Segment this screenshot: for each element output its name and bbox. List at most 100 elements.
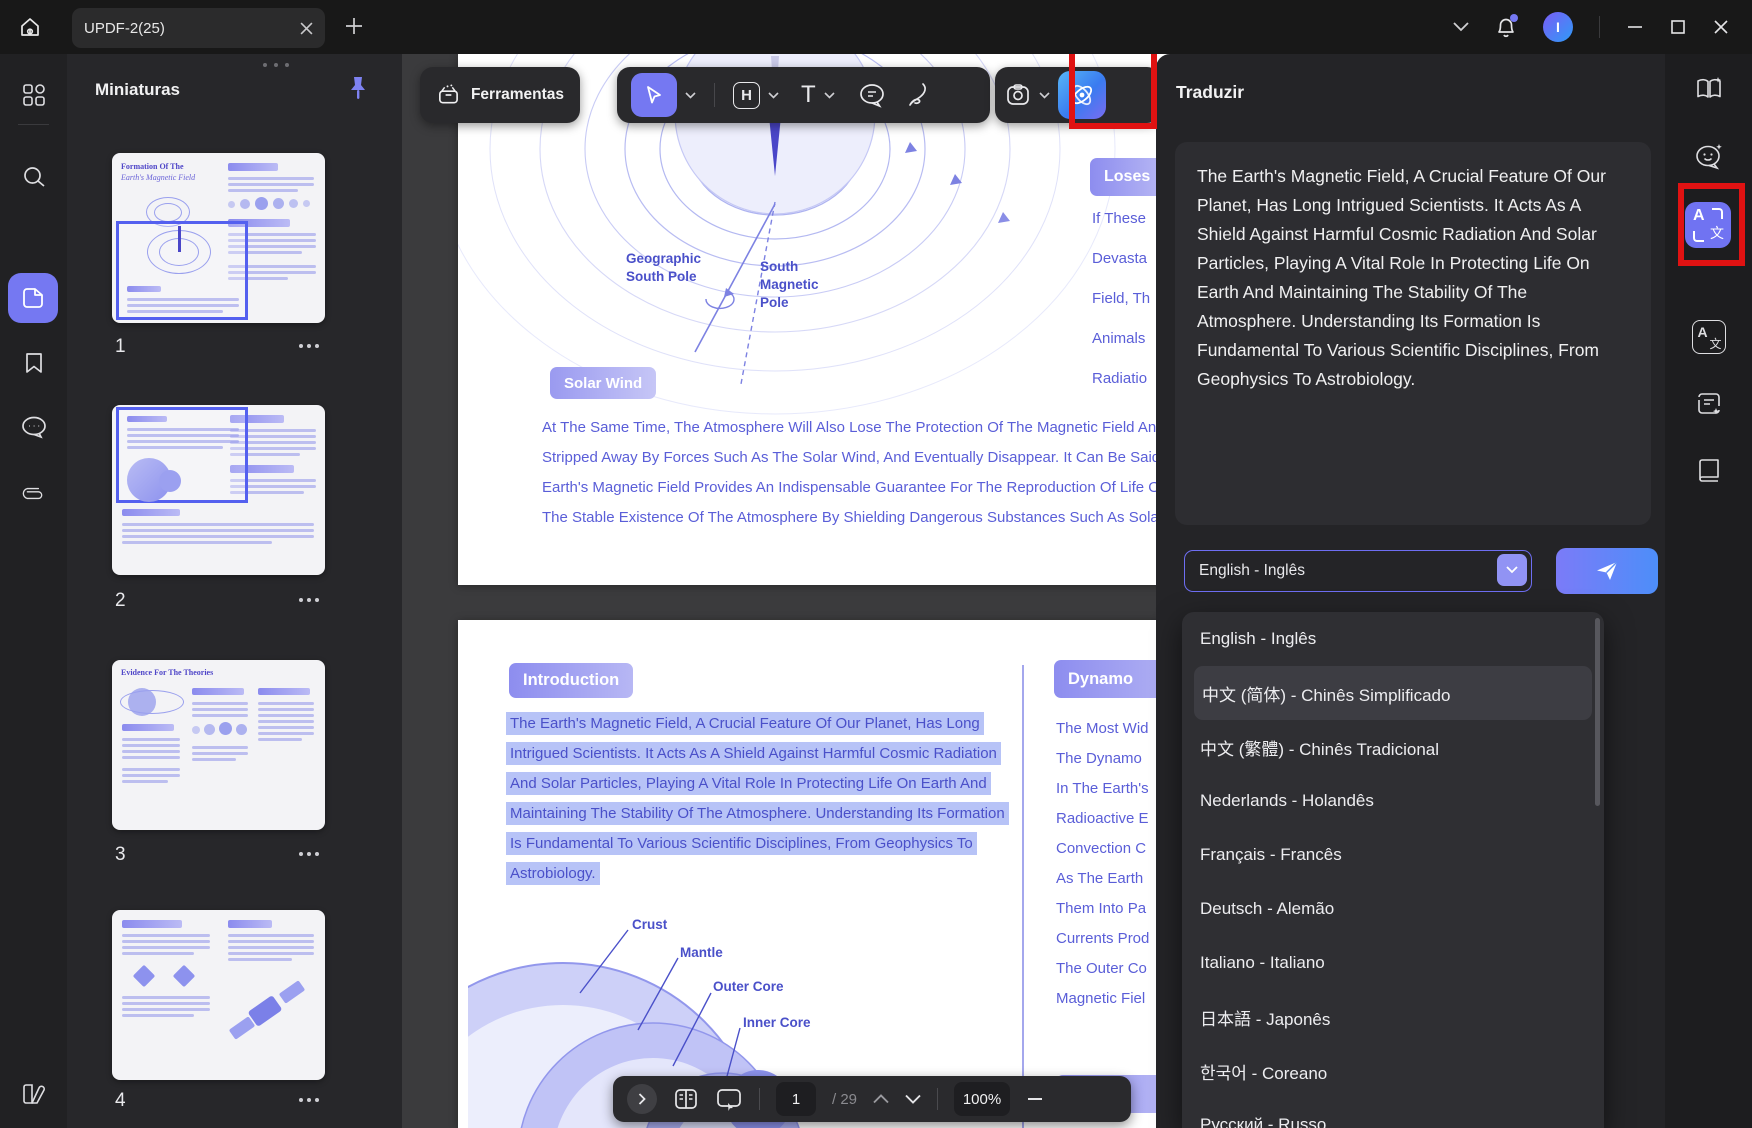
page-number-value: 1 <box>791 1090 801 1108</box>
selected-text-line[interactable]: Intrigued Scientists. It Acts As A Shiel… <box>506 742 1001 765</box>
page-thumbnail-3[interactable]: Evidence For The Theories <box>112 660 325 830</box>
edit-toolbar: H T <box>617 67 990 123</box>
language-option[interactable]: Русский - Russo <box>1182 1098 1604 1128</box>
thumbnails-tab-active[interactable] <box>8 273 58 323</box>
page-viewport-indicator[interactable] <box>116 407 248 503</box>
notifications-button[interactable] <box>1495 14 1518 39</box>
pin-button[interactable] <box>345 74 371 104</box>
chevron-down-icon[interactable] <box>1453 22 1469 32</box>
dynamo-text-line: The Dynamo <box>1056 750 1142 767</box>
close-window-button[interactable] <box>1712 18 1730 36</box>
apps-grid-button[interactable] <box>0 82 67 108</box>
thumbnail-more-button[interactable] <box>299 590 319 610</box>
dynamo-text-line: In The Earth's <box>1056 780 1149 797</box>
page-navigation-bar: 1 / 29 100% <box>613 1076 1131 1122</box>
book-icon <box>1698 459 1719 482</box>
chevron-down-icon[interactable] <box>824 91 835 99</box>
heading-tool-button[interactable]: H <box>733 81 760 109</box>
chevron-down-icon[interactable] <box>685 91 696 99</box>
page-thumbnail-4[interactable] <box>112 910 325 1080</box>
dynamo-text-line: Radioactive E <box>1056 810 1149 827</box>
signature-tool-button[interactable] <box>905 81 931 109</box>
bookmarks-button[interactable] <box>0 350 67 376</box>
comments-button[interactable] <box>0 414 67 440</box>
language-option[interactable]: Nederlands - Holandês <box>1182 774 1604 828</box>
selected-text-line[interactable]: The Earth's Magnetic Field, A Crucial Fe… <box>506 712 984 735</box>
glossary-button[interactable] <box>1665 458 1752 484</box>
text-tool-button[interactable]: T <box>801 81 816 109</box>
zoom-out-button[interactable] <box>1026 1090 1044 1108</box>
language-option[interactable]: Italiano - Italiano <box>1182 936 1604 990</box>
page-number-label: 3 <box>115 844 126 865</box>
send-icon <box>1597 561 1618 580</box>
minimize-button[interactable] <box>1626 18 1644 36</box>
presentation-mode-icon[interactable] <box>715 1087 743 1111</box>
left-icon-rail <box>0 54 67 1128</box>
language-select[interactable]: English - Inglês <box>1184 550 1532 592</box>
previous-page-button[interactable] <box>873 1094 889 1104</box>
chevron-down-icon[interactable] <box>768 91 779 99</box>
reader-mode-button[interactable] <box>0 1082 67 1108</box>
page-viewport-indicator[interactable] <box>116 221 248 320</box>
translate-outline-icon: A 文 <box>1691 320 1726 354</box>
page-number-input[interactable]: 1 <box>776 1082 816 1116</box>
clipped-text-line: If These <box>1092 210 1146 227</box>
page-thumbnail-2[interactable] <box>112 405 325 575</box>
thumbnail-more-button[interactable] <box>299 844 319 864</box>
language-option[interactable]: English - Inglês <box>1182 612 1604 666</box>
bar-separator <box>759 1088 760 1110</box>
tools-label: Ferramentas <box>470 86 564 103</box>
language-option[interactable]: 日本語 - Japonês <box>1182 990 1604 1044</box>
avatar[interactable]: I <box>1543 12 1573 42</box>
page-thumbnail-1[interactable]: Formation Of The Earth's Magnetic Field <box>112 153 325 323</box>
toolbar-separator <box>714 83 715 107</box>
new-tab-button[interactable] <box>342 14 366 38</box>
south-magnetic-pole-label: South Magnetic Pole <box>760 259 819 310</box>
two-page-view-icon[interactable] <box>673 1087 699 1111</box>
language-option[interactable]: 한국어 - Coreano <box>1182 1044 1604 1098</box>
document-sparkle-icon <box>1697 393 1720 415</box>
language-select-chevron-button[interactable] <box>1497 554 1527 586</box>
paperclip-icon <box>22 487 42 500</box>
selected-text-line[interactable]: Is Fundamental To Various Scientific Dis… <box>506 832 977 855</box>
ai-read-button[interactable] <box>1665 76 1752 102</box>
zoom-level-input[interactable]: 100% <box>954 1082 1011 1116</box>
language-option[interactable]: Deutsch - Alemão <box>1182 882 1604 936</box>
thumbnail-more-button[interactable] <box>299 1090 319 1110</box>
tab-title: UPDF-2(25) <box>84 19 165 37</box>
search-button[interactable] <box>0 164 67 190</box>
snapshot-icon[interactable] <box>1005 82 1031 108</box>
document-tab[interactable]: UPDF-2(25) <box>72 8 325 48</box>
chevron-down-icon[interactable] <box>1039 91 1050 99</box>
next-page-button[interactable] <box>905 1094 921 1104</box>
language-option-highlighted[interactable]: 中文 (简体) - Chinês Simplificado <box>1194 666 1592 720</box>
translate-send-button[interactable] <box>1556 548 1658 594</box>
chat-face-sparkle-icon <box>1695 144 1722 170</box>
notification-dot <box>1510 14 1518 22</box>
language-option[interactable]: 中文 (繁體) - Chinês Tradicional <box>1182 720 1604 774</box>
panel-drag-handle[interactable] <box>263 63 289 67</box>
selected-text-line[interactable]: And Solar Particles, Playing A Vital Rol… <box>506 772 991 795</box>
maximize-button[interactable] <box>1670 19 1686 35</box>
clipped-text-line: Animals <box>1092 330 1146 347</box>
language-option[interactable]: Français - Francês <box>1182 828 1604 882</box>
rail-divider <box>18 124 49 125</box>
close-tab-icon[interactable] <box>300 22 313 35</box>
scrollbar-thumb[interactable] <box>1595 618 1600 806</box>
annotation-highlight-translate-tab <box>1678 183 1745 266</box>
comment-tool-button[interactable] <box>857 82 887 108</box>
select-tool-button-active[interactable] <box>631 73 677 117</box>
attachments-button[interactable] <box>0 480 67 508</box>
ai-summary-button[interactable] <box>1665 390 1752 418</box>
translated-text-area[interactable]: The Earth's Magnetic Field, A Crucial Fe… <box>1175 142 1651 525</box>
clipped-text-line: Field, Th <box>1092 290 1151 307</box>
home-button[interactable] <box>10 7 50 47</box>
zoom-level-value: 100% <box>962 1090 1002 1108</box>
tools-button[interactable]: Ferramentas <box>420 67 580 123</box>
thumbnail-more-button[interactable] <box>299 336 319 356</box>
compare-translate-button[interactable]: A 文 <box>1665 320 1752 354</box>
dynamo-text-line: Magnetic Fiel <box>1056 990 1146 1007</box>
ai-chat-button[interactable] <box>1665 142 1752 170</box>
expand-button[interactable] <box>627 1084 657 1114</box>
selected-text-line[interactable]: Maintaining The Stability Of The Atmosph… <box>506 802 1009 825</box>
